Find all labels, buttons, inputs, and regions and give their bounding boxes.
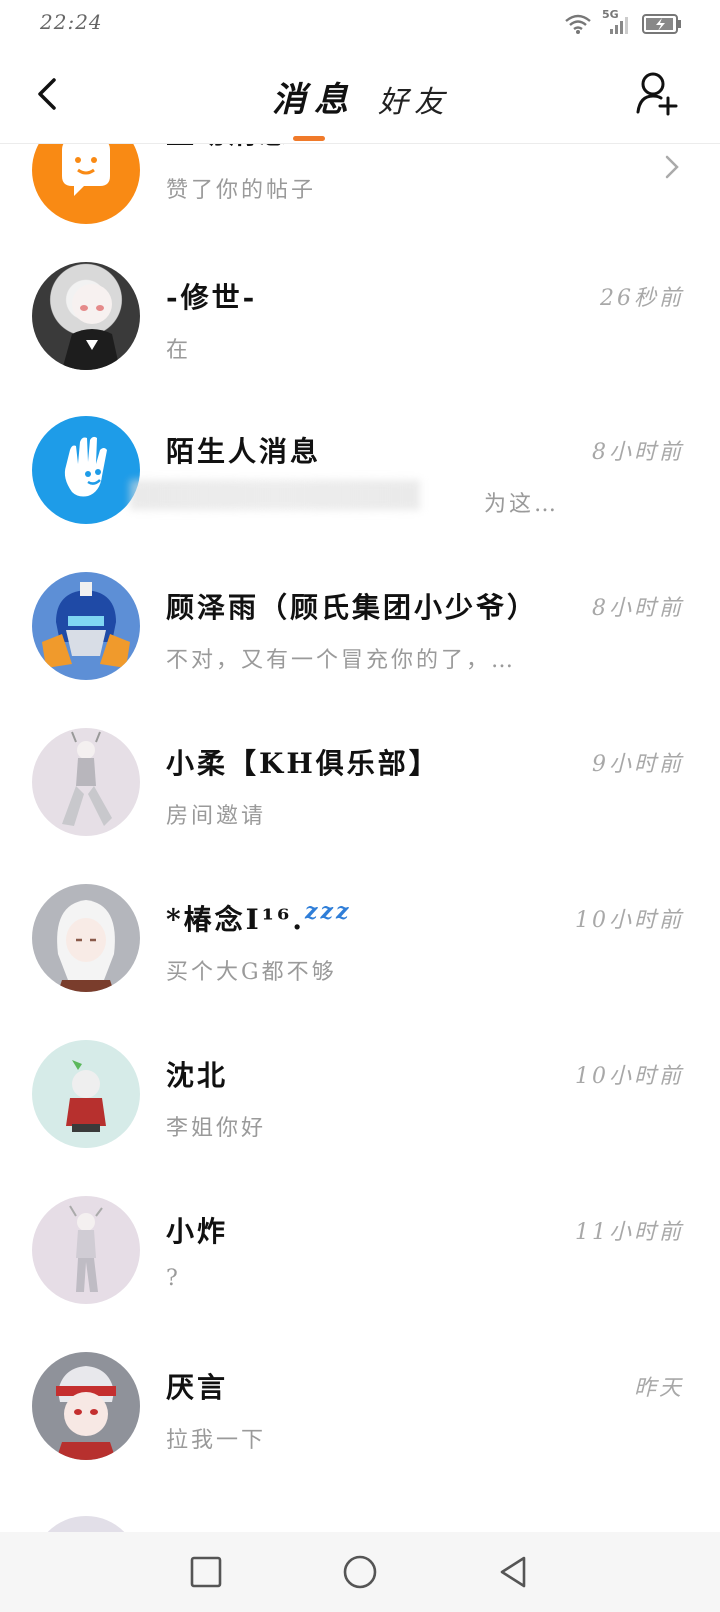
status-bar: 22:24 5G bbox=[0, 0, 720, 48]
conversation-time: 10小时前 bbox=[575, 1064, 684, 1089]
avatar bbox=[32, 884, 140, 992]
add-friend-icon[interactable] bbox=[634, 70, 680, 116]
redacted-preview bbox=[130, 480, 420, 510]
conversation-name: 厌言 bbox=[166, 1371, 229, 1404]
conversation-preview: 房间邀请 bbox=[166, 804, 267, 829]
status-icons: 5G bbox=[564, 8, 682, 36]
conversation-preview: 不对，又有一个冒充你的了，… bbox=[166, 648, 517, 673]
avatar bbox=[32, 416, 140, 524]
wifi-icon bbox=[565, 14, 591, 34]
list-item-conversation[interactable]: *椿念I¹⁶.zzz 买个大G都不够 10小时前 bbox=[0, 872, 720, 1028]
conversation-preview: 买个大G都不够 bbox=[166, 960, 337, 985]
conversation-time: 11小时前 bbox=[575, 1220, 684, 1245]
conversation-time: 昨天 bbox=[633, 1376, 684, 1401]
chevron-right-icon bbox=[665, 155, 679, 179]
battery-charging-icon bbox=[642, 14, 681, 34]
conversation-name: *椿念I¹⁶.zzz bbox=[166, 898, 352, 938]
square-recent-icon[interactable] bbox=[186, 1552, 226, 1592]
tab-bar: 消息 好友 bbox=[272, 72, 450, 121]
system-navbar bbox=[0, 1532, 720, 1612]
tab-friends[interactable]: 好友 bbox=[378, 77, 450, 121]
avatar bbox=[32, 1196, 140, 1304]
conversation-preview: 拉我一下 bbox=[166, 1428, 267, 1453]
list-item-interactions[interactable]: 互动消息 赞了你的帖子 bbox=[0, 144, 720, 248]
circle-home-icon[interactable] bbox=[340, 1552, 380, 1592]
conversation-name: 互动消息 bbox=[166, 144, 290, 152]
tab-active-indicator bbox=[293, 136, 325, 141]
avatar bbox=[32, 1516, 140, 1532]
avatar bbox=[32, 1040, 140, 1148]
chat-bubble-icon bbox=[62, 144, 110, 196]
avatar bbox=[32, 728, 140, 836]
tab-messages[interactable]: 消息 bbox=[272, 72, 356, 121]
list-item-conversation[interactable]: 沈北 李姐你好 10小时前 bbox=[0, 1028, 720, 1184]
conversation-name: 沈北 bbox=[166, 1059, 229, 1092]
conversation-preview: 李姐你好 bbox=[166, 1116, 267, 1141]
conversation-name-text: *椿念I¹⁶. bbox=[166, 903, 306, 936]
header: 消息 好友 bbox=[0, 48, 720, 144]
conversation-name: 陌生人消息 bbox=[166, 435, 322, 468]
conversation-preview: 赞了你的帖子 bbox=[166, 178, 317, 203]
conversation-name: 顾泽雨（顾氏集团小少爷） bbox=[166, 591, 539, 624]
conversation-preview: 为这… bbox=[484, 492, 560, 517]
avatar bbox=[32, 1352, 140, 1460]
conversation-time: 9小时前 bbox=[592, 752, 684, 777]
avatar bbox=[32, 144, 140, 224]
conversation-preview: 在 bbox=[166, 338, 192, 363]
list-item-conversation[interactable]: 小炸 ? 11小时前 bbox=[0, 1184, 720, 1340]
network-label: 5G bbox=[602, 8, 619, 21]
conversation-list[interactable]: 互动消息 赞了你的帖子 -修世- 在 26秒前 bbox=[0, 144, 720, 1532]
conversation-time: 8小时前 bbox=[592, 596, 684, 621]
back-arrow-icon[interactable] bbox=[28, 74, 68, 114]
list-item-conversation[interactable]: 厌言 拉我一下 昨天 bbox=[0, 1340, 720, 1496]
conversation-preview: ? bbox=[166, 1266, 181, 1291]
list-item-conversation[interactable]: 顾泽雨（顾氏集团小少爷） 不对，又有一个冒充你的了，… 8小时前 bbox=[0, 560, 720, 716]
conversation-time: 10小时前 bbox=[575, 908, 684, 933]
wave-hand-icon bbox=[64, 436, 107, 497]
sleep-zzz-icon: zzz bbox=[305, 898, 352, 925]
avatar bbox=[32, 262, 140, 370]
status-time: 22:24 bbox=[40, 10, 103, 34]
list-item-conversation[interactable]: -修世- 在 26秒前 bbox=[0, 248, 720, 404]
conversation-time: 26秒前 bbox=[600, 286, 684, 311]
conversation-time: 8小时前 bbox=[592, 440, 684, 465]
triangle-back-icon[interactable] bbox=[494, 1552, 534, 1592]
conversation-name: -修世- bbox=[166, 281, 258, 314]
signal-icon: 5G bbox=[602, 8, 632, 36]
conversation-name: 小炸 bbox=[166, 1215, 229, 1248]
conversation-name: 小柔【KH俱乐部】 bbox=[166, 747, 440, 780]
avatar bbox=[32, 572, 140, 680]
list-item-conversation[interactable]: 小柔【KH俱乐部】 房间邀请 9小时前 bbox=[0, 716, 720, 872]
